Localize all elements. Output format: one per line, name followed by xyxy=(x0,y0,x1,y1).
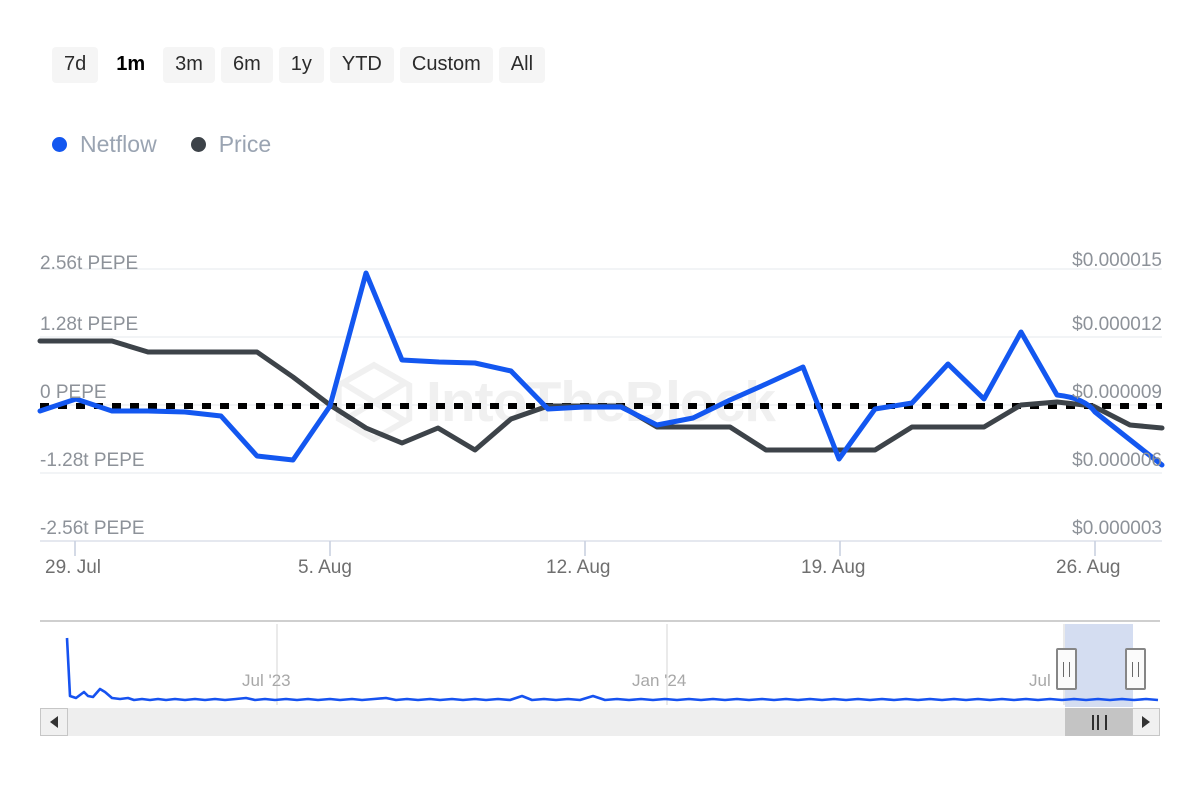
navigator-handle-left[interactable] xyxy=(1056,648,1077,690)
drag-grip-icon xyxy=(1132,662,1139,677)
x-tick-label-1: 5. Aug xyxy=(298,558,352,577)
chart-navigator[interactable]: Jul '23 Jan '24 Jul '24 xyxy=(40,620,1160,707)
main-chart-plot[interactable]: IntoTheBlock 2.56t PEPE 1.28t PEPE 0 PEP… xyxy=(0,0,1200,600)
chart-scrollbar[interactable] xyxy=(40,708,1160,736)
y-right-tick-4: $0.000003 xyxy=(1072,519,1162,538)
scrollbar-thumb[interactable] xyxy=(1065,708,1133,736)
x-tick-label-3: 19. Aug xyxy=(801,558,865,577)
navigator-svg xyxy=(40,622,1160,707)
drag-grip-icon xyxy=(1063,662,1070,677)
x-tick-label-0: 29. Jul xyxy=(45,558,101,577)
navigator-handle-right[interactable] xyxy=(1125,648,1146,690)
y-left-tick-0: 2.56t PEPE xyxy=(40,254,138,273)
y-left-tick-2: 0 PEPE xyxy=(40,383,107,402)
navigator-label-0: Jul '23 xyxy=(242,672,291,689)
scroll-right-button[interactable] xyxy=(1132,708,1160,736)
scroll-right-icon xyxy=(1142,716,1150,728)
scroll-left-button[interactable] xyxy=(40,708,68,736)
navigator-label-1: Jan '24 xyxy=(632,672,686,689)
y-right-tick-3: $0.000006 xyxy=(1072,451,1162,470)
y-left-tick-4: -2.56t PEPE xyxy=(40,519,145,538)
x-axis-ticks xyxy=(75,541,1095,556)
chart-svg xyxy=(0,0,1200,600)
scroll-thumb-grip-icon xyxy=(1092,715,1107,730)
y-left-tick-3: -1.28t PEPE xyxy=(40,451,145,470)
x-tick-label-4: 26. Aug xyxy=(1056,558,1120,577)
y-right-tick-0: $0.000015 xyxy=(1072,251,1162,270)
y-right-tick-1: $0.000012 xyxy=(1072,315,1162,334)
y-right-tick-2: $0.000009 xyxy=(1072,383,1162,402)
scroll-left-icon xyxy=(50,716,58,728)
y-left-tick-1: 1.28t PEPE xyxy=(40,315,138,334)
navigator-gridlines xyxy=(277,624,1064,705)
x-tick-label-2: 12. Aug xyxy=(546,558,610,577)
price-series-line xyxy=(40,341,1162,450)
navigator-series-line xyxy=(67,638,1158,700)
netflow-series-line xyxy=(40,273,1162,465)
